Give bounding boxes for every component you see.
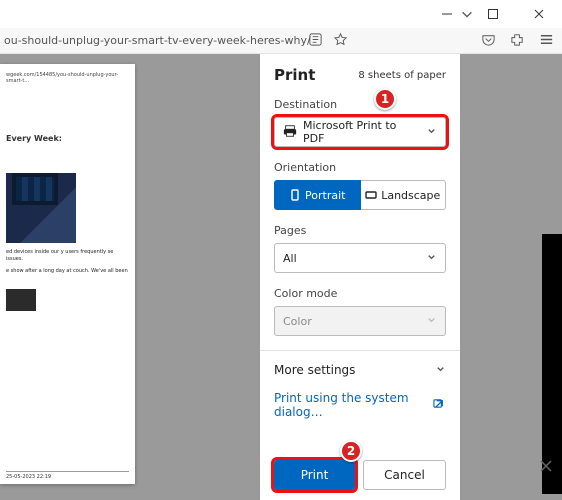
pages-select[interactable]: All [274,243,446,273]
bookmark-star-icon[interactable] [333,32,348,51]
url-fragment: ou-should-unplug-your-smart-tv-every-wee… [0,34,311,47]
preview-footer-timestamp: 25-05-2023 22:19 [6,474,51,480]
preview-image-tv [6,173,76,243]
destination-select[interactable]: Microsoft Print to PDF [274,117,446,147]
side-ad-block [542,234,562,494]
orientation-toggle: Portrait Landscape [274,180,446,210]
portrait-label: Portrait [305,189,345,202]
cancel-button[interactable]: Cancel [363,460,446,490]
chevron-down-icon [426,251,437,265]
chevron-down-icon [435,363,446,377]
reader-mode-icon[interactable] [308,32,323,51]
destination-label: Destination [274,98,446,111]
color-mode-select: Color [274,306,446,336]
preview-heading: Every Week: [6,134,129,143]
landscape-label: Landscape [381,189,440,202]
maximize-button[interactable] [470,0,516,28]
close-window-button[interactable] [516,0,562,28]
destination-value: Microsoft Print to PDF [303,119,420,145]
divider [260,350,460,351]
browser-toolbar: ou-should-unplug-your-smart-tv-every-wee… [0,28,562,54]
preview-paragraph-2: e show after a long day at couch. We've … [6,268,129,275]
system-dialog-label: Print using the system dialog… [274,391,433,419]
menu-icon[interactable] [539,32,554,51]
more-settings-row[interactable]: More settings [274,363,446,377]
preview-header-url: wgeek.com/154485/you-should-unplug-your-… [6,72,129,84]
extensions-icon[interactable] [510,32,525,51]
chevron-down-icon [426,125,437,139]
address-bar-icons [308,28,348,54]
print-button[interactable]: Print [274,460,355,490]
dialog-title: Print [274,66,315,84]
toolbar-right-icons [481,28,554,54]
orientation-landscape-button[interactable]: Landscape [361,180,447,210]
color-mode-label: Color mode [274,287,446,300]
sheet-count: 8 sheets of paper [358,70,446,81]
orientation-label: Orientation [274,161,446,174]
preview-footer: 25-05-2023 22:19 [6,471,129,480]
print-dialog: Print 8 sheets of paper Destination Micr… [260,54,460,500]
dismiss-x-icon[interactable] [536,456,556,476]
open-external-icon [433,397,446,413]
printer-icon [283,124,297,141]
window-controls [424,0,562,28]
orientation-portrait-button[interactable]: Portrait [274,180,361,210]
more-settings-label: More settings [274,363,355,377]
preview-image-thumb [6,289,36,311]
pages-value: All [283,252,297,265]
pages-label: Pages [274,224,446,237]
system-dialog-link[interactable]: Print using the system dialog… [274,391,446,419]
chevron-down-icon [426,314,437,328]
page-preview: wgeek.com/154485/you-should-unplug-your-… [0,64,135,484]
dialog-actions: Print Cancel [274,450,446,490]
preview-paragraph-1: ed devices inside our y users frequently… [6,249,129,262]
color-mode-value: Color [283,315,312,328]
pocket-icon[interactable] [481,32,496,51]
minimize-button[interactable] [424,0,470,28]
